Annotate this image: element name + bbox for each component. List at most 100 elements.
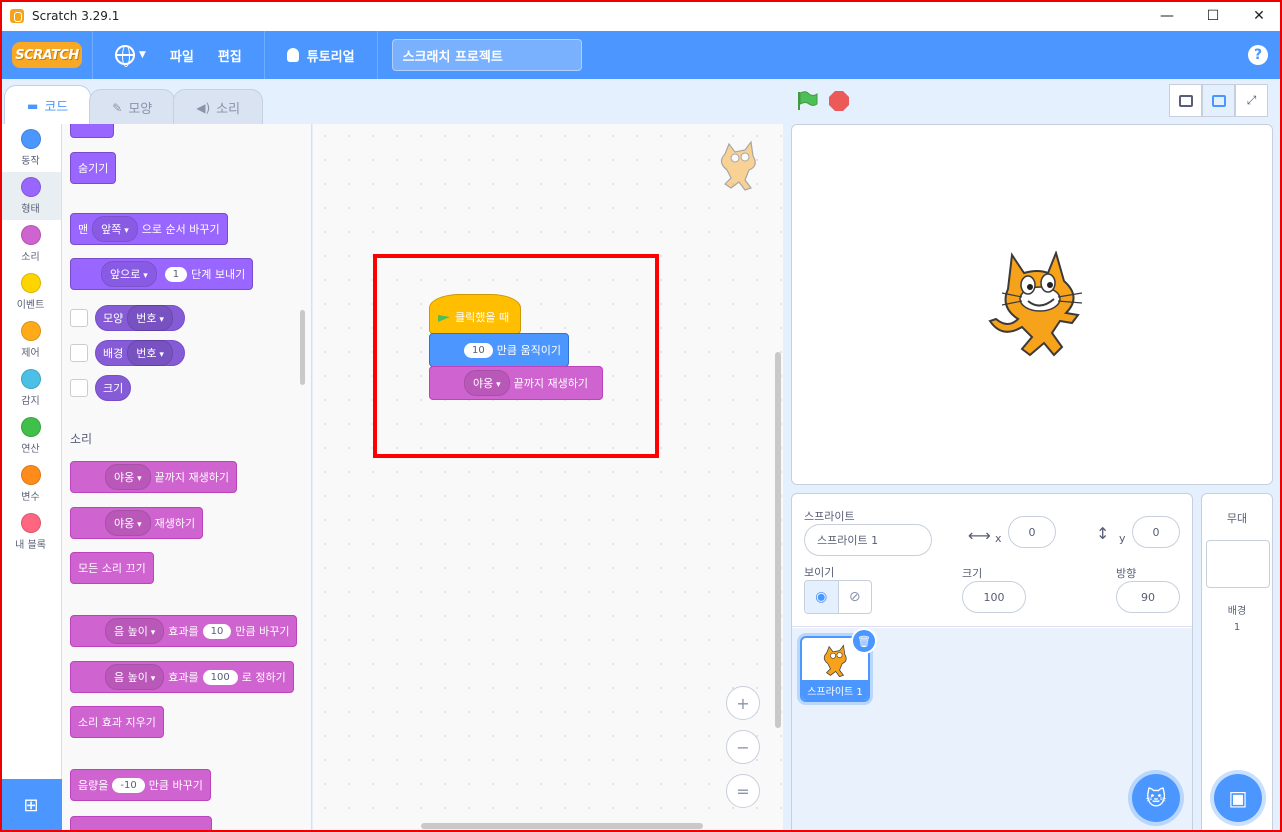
edit-menu[interactable]: 편집 bbox=[206, 31, 254, 79]
help-icon[interactable]: ? bbox=[1248, 45, 1268, 65]
close-button[interactable]: ✕ bbox=[1236, 0, 1282, 31]
palette-reporter-costume[interactable]: 모양 번호 bbox=[95, 305, 185, 331]
palette-block-play-sound[interactable]: 야옹 재생하기 bbox=[70, 507, 204, 539]
palette-block-change-effect[interactable]: 음 높이 효과를 10 만큼 바꾸기 bbox=[70, 615, 298, 647]
fullscreen-button[interactable]: ⤢ bbox=[1235, 84, 1268, 117]
number-input[interactable]: -10 bbox=[112, 777, 145, 793]
category-item[interactable]: 이벤트 bbox=[0, 268, 61, 316]
scratch-logo[interactable]: SCRATCH bbox=[12, 42, 82, 68]
category-item[interactable]: 감지 bbox=[0, 364, 61, 412]
tutorials-menu[interactable]: 튜토리얼 bbox=[275, 31, 367, 79]
palette-block-show[interactable] bbox=[70, 124, 114, 138]
sound-dropdown[interactable]: 야옹 bbox=[105, 464, 151, 490]
sprite-cat-on-stage[interactable] bbox=[982, 251, 1086, 357]
steps-input[interactable]: 10 bbox=[464, 342, 493, 358]
sprite-name-input[interactable]: 스프라이트 1 bbox=[804, 524, 932, 556]
category-color-icon bbox=[20, 513, 41, 533]
category-item[interactable]: 소리 bbox=[0, 220, 61, 268]
backdrops-count: 1 bbox=[1233, 622, 1241, 633]
sprite-card-name: 스프라이트 1 bbox=[802, 680, 868, 700]
number-input[interactable]: 10 bbox=[202, 623, 232, 639]
palette-reporter-backdrop[interactable]: 배경 번호 bbox=[95, 340, 185, 366]
palette-block-go-layers[interactable]: 앞으로 1 단계 보내기 bbox=[70, 258, 254, 290]
palette-reporter-size[interactable]: 크기 bbox=[95, 375, 132, 401]
script-workspace[interactable]: 클릭했을 때 10 만큼 움직이기 야옹 끝까지 재생하기 + − = bbox=[313, 124, 783, 832]
category-item[interactable]: 동작 bbox=[0, 124, 61, 172]
monitor-checkbox[interactable] bbox=[70, 344, 88, 362]
palette-scrollbar[interactable] bbox=[300, 310, 305, 385]
palette-block-set-effect[interactable]: 음 높이 효과를 100 로 정하기 bbox=[70, 661, 294, 693]
costume-dropdown[interactable]: 번호 bbox=[127, 305, 173, 331]
y-position-input[interactable]: 0 bbox=[1132, 516, 1180, 548]
effect-dropdown[interactable]: 음 높이 bbox=[105, 618, 165, 644]
minimize-button[interactable]: — bbox=[1144, 0, 1190, 31]
palette-block-play-until-done[interactable]: 야옹 끝까지 재생하기 bbox=[70, 461, 237, 493]
tab-code[interactable]: ▬ 코드 bbox=[4, 85, 92, 125]
zoom-in-button[interactable]: + bbox=[726, 686, 760, 720]
choose-backdrop-button[interactable]: ▣ bbox=[1214, 774, 1262, 822]
block-text: 효과를 bbox=[168, 625, 199, 638]
language-menu[interactable]: ▼ bbox=[103, 31, 158, 79]
maximize-button[interactable]: ☐ bbox=[1190, 0, 1236, 31]
number-input[interactable]: 100 bbox=[202, 669, 238, 685]
stage-thumbnail[interactable] bbox=[1206, 540, 1270, 588]
palette-block-change-volume[interactable]: 음량을 -10 만큼 바꾸기 bbox=[70, 769, 211, 801]
delete-sprite-button[interactable]: 🗑 bbox=[851, 628, 877, 654]
category-item[interactable]: 연산 bbox=[0, 412, 61, 460]
zoom-reset-button[interactable]: = bbox=[726, 774, 760, 808]
choose-sprite-button[interactable]: 🐱 bbox=[1132, 774, 1180, 822]
project-title-input[interactable]: 스크래치 프로젝트 bbox=[391, 39, 582, 71]
file-menu[interactable]: 파일 bbox=[158, 31, 206, 79]
monitor-checkbox[interactable] bbox=[70, 379, 88, 397]
hide-sprite-button[interactable]: ⊘ bbox=[839, 581, 872, 613]
sprite-thumbnail-cat bbox=[823, 644, 847, 678]
sound-dropdown[interactable]: 야옹 bbox=[105, 510, 151, 536]
number-input[interactable]: 1 bbox=[164, 266, 188, 282]
block-text: 로 정하기 bbox=[241, 671, 286, 684]
sound-dropdown[interactable]: 야옹 bbox=[464, 370, 510, 396]
palette-block-goto-layer[interactable]: 맨 앞쪽 으로 순서 바꾸기 bbox=[70, 213, 228, 245]
script-hat-when-flag-clicked[interactable]: 클릭했을 때 bbox=[429, 294, 521, 334]
script-block-play-until-done[interactable]: 야옹 끝까지 재생하기 bbox=[429, 366, 603, 400]
palette-block-set-volume[interactable] bbox=[70, 816, 212, 832]
code-blocks-icon: ▬ bbox=[27, 98, 39, 113]
show-sprite-button[interactable]: ◉ bbox=[805, 581, 839, 613]
layer-dropdown[interactable]: 앞쪽 bbox=[92, 216, 138, 242]
category-item[interactable]: 형태 bbox=[0, 172, 61, 220]
editor-tabs: ▬ 코드 ✎ 모양 ◀) 소리 bbox=[0, 79, 264, 125]
category-item[interactable]: 내 블록 bbox=[0, 508, 61, 556]
x-label: x bbox=[995, 532, 1002, 545]
zoom-out-button[interactable]: − bbox=[726, 730, 760, 764]
stop-button[interactable] bbox=[829, 91, 849, 111]
add-extension-button[interactable]: ⊞ bbox=[0, 779, 62, 832]
category-label: 제어 bbox=[21, 348, 40, 359]
tab-costumes[interactable]: ✎ 모양 bbox=[89, 89, 176, 125]
block-text: 끝까지 재생하기 bbox=[154, 471, 229, 484]
direction-dropdown[interactable]: 앞으로 bbox=[101, 261, 157, 287]
effect-dropdown[interactable]: 음 높이 bbox=[105, 664, 165, 690]
x-position-input[interactable]: 0 bbox=[1008, 516, 1056, 548]
block-text: 클릭했을 때 bbox=[455, 311, 510, 324]
script-block-move-steps[interactable]: 10 만큼 움직이기 bbox=[429, 333, 569, 367]
palette-block-stop-all-sounds[interactable]: 모든 소리 끄기 bbox=[70, 552, 154, 584]
category-color-icon bbox=[20, 273, 41, 293]
size-input[interactable]: 100 bbox=[962, 581, 1026, 613]
backdrop-dropdown[interactable]: 번호 bbox=[127, 340, 173, 366]
palette-block-hide[interactable]: 숨기기 bbox=[70, 152, 117, 184]
direction-input[interactable]: 90 bbox=[1116, 581, 1180, 613]
large-stage-button[interactable] bbox=[1202, 84, 1235, 117]
workspace-horizontal-scrollbar[interactable] bbox=[421, 823, 703, 829]
menu-divider bbox=[92, 31, 93, 79]
palette-block-clear-effects[interactable]: 소리 효과 지우기 bbox=[70, 706, 164, 738]
green-flag-button[interactable] bbox=[796, 90, 818, 112]
stage-selector[interactable]: 무대 배경 1 ▣ bbox=[1201, 493, 1273, 832]
workspace-vertical-scrollbar[interactable] bbox=[775, 352, 781, 728]
stage-canvas[interactable] bbox=[791, 124, 1273, 485]
small-stage-button[interactable] bbox=[1169, 84, 1202, 117]
category-color-icon bbox=[20, 225, 41, 245]
sprite-pane: 스프라이트 스프라이트 1 ⟷ x 0 ↕ y 0 보이기 ◉ ⊘ 크기 100… bbox=[791, 493, 1193, 832]
monitor-checkbox[interactable] bbox=[70, 309, 88, 327]
category-item[interactable]: 변수 bbox=[0, 460, 61, 508]
tab-sounds[interactable]: ◀) 소리 bbox=[173, 89, 264, 125]
category-item[interactable]: 제어 bbox=[0, 316, 61, 364]
